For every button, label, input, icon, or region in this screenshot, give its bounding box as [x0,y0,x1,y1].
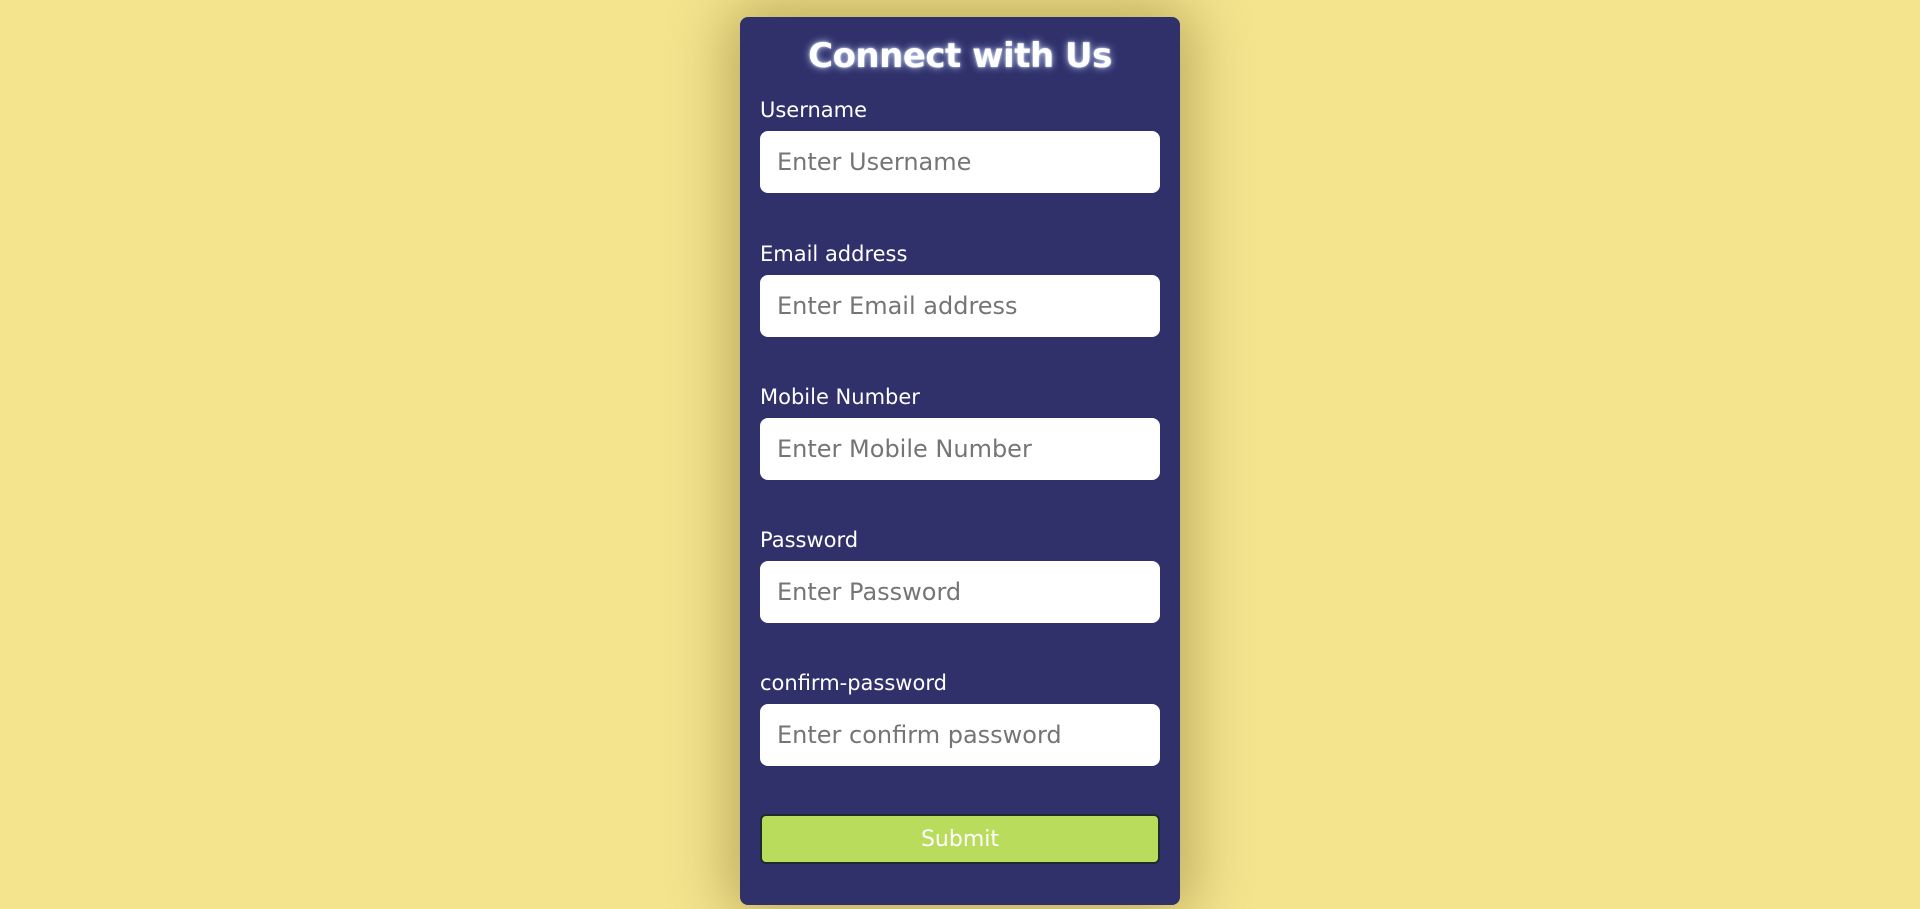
signup-form-card: Connect with Us Username Email address M… [740,17,1180,905]
submit-button[interactable]: Submit [760,814,1160,864]
mobile-field-group: Mobile Number [760,384,1160,480]
email-input[interactable] [760,275,1160,337]
username-field-group: Username [760,97,1160,193]
confirm-password-label: confirm-password [760,671,947,695]
email-label: Email address [760,242,908,266]
form-title: Connect with Us [808,36,1112,76]
confirm-password-input[interactable] [760,704,1160,766]
username-label: Username [760,98,868,122]
password-label: Password [760,528,859,552]
mobile-input[interactable] [760,418,1160,480]
confirm-password-field-group: confirm-password [760,670,1160,766]
username-input[interactable] [760,131,1160,193]
password-input[interactable] [760,561,1160,623]
email-field-group: Email address [760,241,1160,337]
password-field-group: Password [760,527,1160,623]
mobile-label: Mobile Number [760,385,920,409]
